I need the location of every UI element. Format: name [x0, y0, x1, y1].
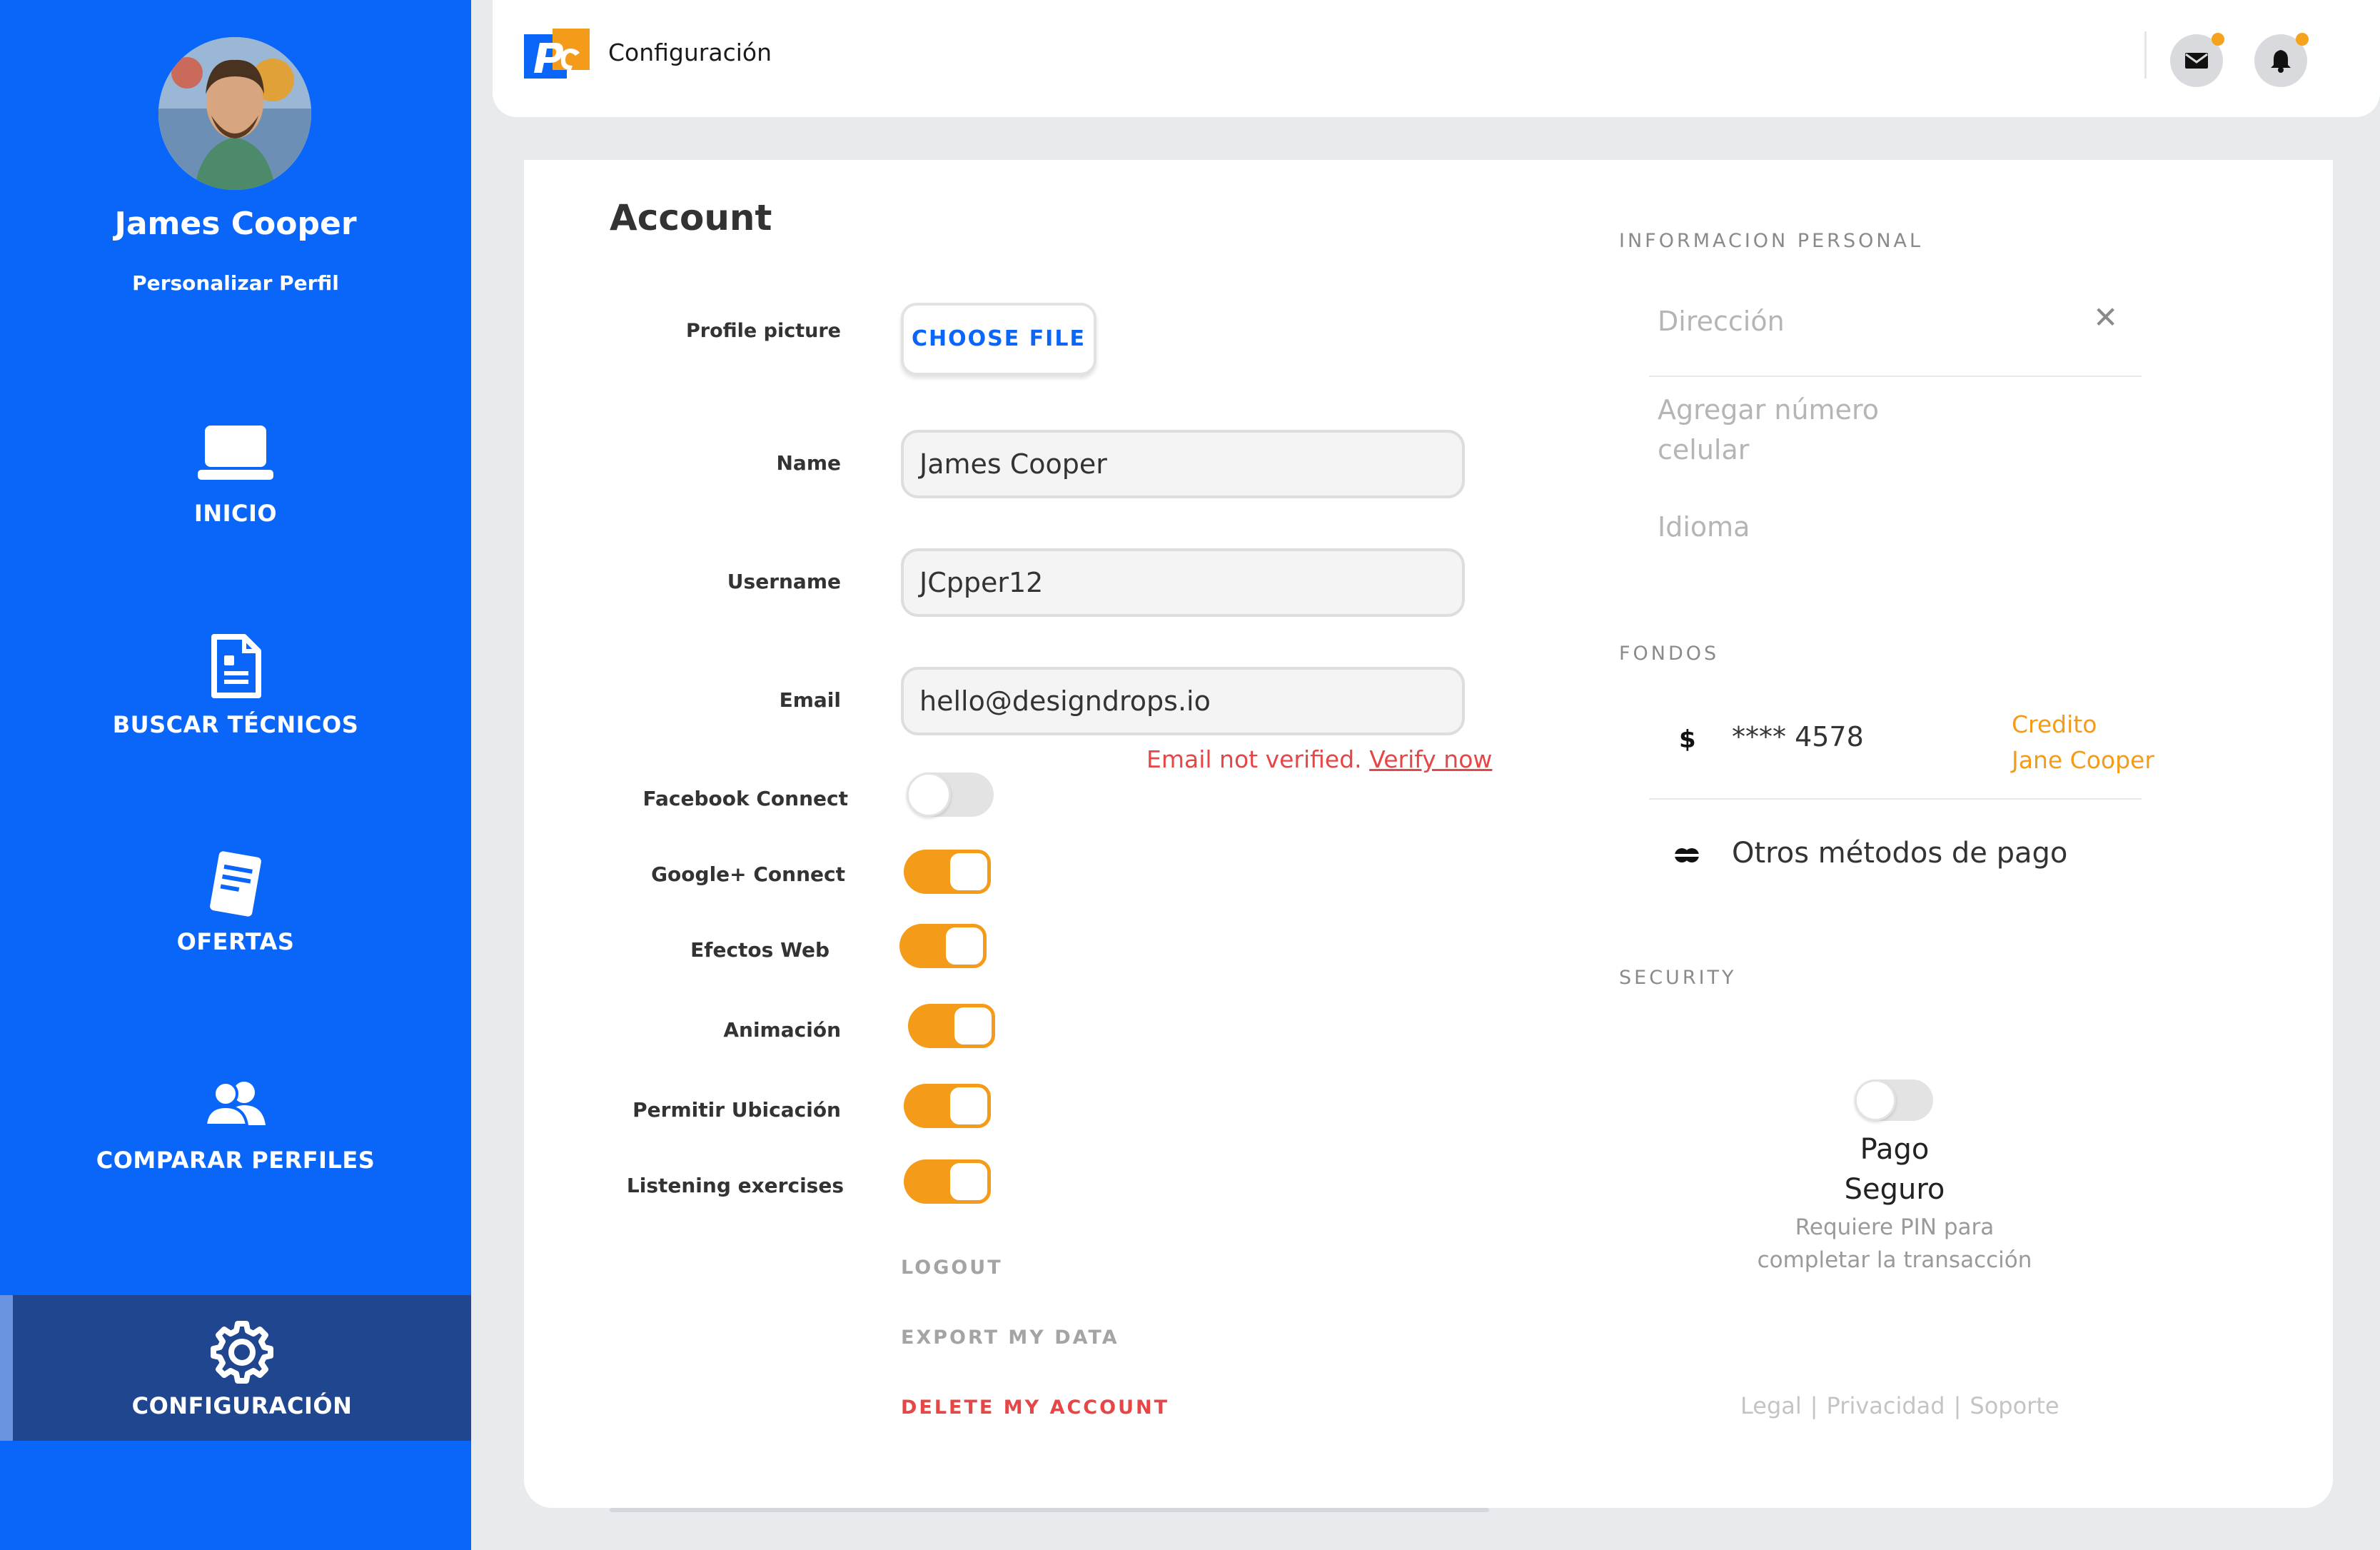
verify-now-link[interactable]: Verify now: [1369, 745, 1492, 773]
secure-title-line: Seguro: [1844, 1173, 1945, 1206]
nav-label: OFERTAS: [176, 928, 295, 955]
toggle-label-efectos: Efectos Web: [690, 938, 830, 962]
secure-payment-title: Pago Seguro: [1752, 1129, 2037, 1209]
note-icon: [210, 851, 261, 917]
credit-info[interactable]: Credito Jane Cooper: [2012, 707, 2154, 778]
separator: |: [1810, 1392, 1818, 1419]
dollar-icon: $: [1679, 725, 1696, 754]
username-input[interactable]: JCpper12: [901, 548, 1465, 617]
account-title: Account: [610, 197, 772, 238]
nav-label: COMPARAR PERFILES: [96, 1147, 375, 1174]
notifications-button[interactable]: [2254, 33, 2309, 87]
document-icon: [211, 634, 261, 698]
divider: [1649, 376, 2142, 377]
nav-item-comparar-perfiles[interactable]: COMPARAR PERFILES: [0, 1080, 471, 1194]
email-label: Email: [779, 688, 841, 712]
divider: [2144, 31, 2147, 79]
nav-item-buscar-tecnicos[interactable]: BUSCAR TÉCNICOS: [0, 634, 471, 748]
settings-card: [524, 160, 2333, 1508]
separator: |: [1953, 1392, 1962, 1419]
app-logo-icon[interactable]: [524, 29, 590, 80]
profile-name: James Cooper: [114, 206, 357, 242]
logout-link[interactable]: LOGOUT: [901, 1257, 1003, 1279]
nav-label: BUSCAR TÉCNICOS: [112, 711, 359, 738]
email-verification-message: Email not verified. Verify now: [1146, 745, 1492, 773]
credit-holder: Jane Cooper: [2012, 746, 2154, 774]
payment-methods-icon: [1675, 848, 1699, 862]
nav-label: INICIO: [193, 500, 278, 527]
messages-button[interactable]: [2170, 33, 2224, 87]
toggle-label-ubicacion: Permitir Ubicación: [632, 1098, 841, 1122]
facebook-connect-toggle[interactable]: [907, 773, 994, 817]
notification-dot: [2212, 33, 2224, 46]
top-bar: Configuración: [493, 0, 2380, 117]
bell-icon: [2271, 50, 2291, 73]
toggle-label-animacion: Animación: [723, 1018, 841, 1042]
delete-account-link[interactable]: DELETE MY ACCOUNT: [901, 1396, 1169, 1419]
language-input[interactable]: Idioma: [1658, 507, 1750, 547]
personal-info-heading: INFORMACION PERSONAL: [1619, 230, 1924, 252]
toggle-label-google: Google+ Connect: [651, 862, 845, 886]
toggle-knob: [1855, 1080, 1896, 1121]
toggle-knob: [951, 1004, 995, 1048]
toggle-knob: [947, 1159, 991, 1204]
customize-profile-link[interactable]: Personalizar Perfil: [0, 271, 471, 295]
animation-toggle[interactable]: [908, 1004, 995, 1048]
card-shadow: [610, 1508, 1489, 1512]
choose-file-button[interactable]: CHOOSE FILE: [901, 303, 1096, 376]
secure-desc-line: Requiere PIN para: [1795, 1214, 1995, 1240]
sidebar: James Cooper Personalizar Perfil INICIO …: [0, 0, 471, 1550]
toggle-knob: [947, 1084, 991, 1128]
profile-picture-label: Profile picture: [686, 320, 841, 342]
other-payment-methods[interactable]: Otros métodos de pago: [1732, 837, 2067, 870]
toggle-knob: [942, 924, 987, 968]
laptop-icon: [198, 426, 273, 480]
credit-label: Credito: [2012, 710, 2097, 738]
listening-exercises-toggle[interactable]: [904, 1159, 991, 1204]
google-connect-toggle[interactable]: [904, 850, 991, 894]
privacy-link[interactable]: Privacidad: [1827, 1392, 1945, 1419]
toggle-label-listening: Listening exercises: [626, 1174, 844, 1197]
toggle-knob: [907, 773, 951, 817]
mail-icon: [2185, 53, 2208, 69]
name-label: Name: [776, 451, 842, 475]
toggle-knob: [947, 850, 991, 894]
phone-input[interactable]: Agregar número celular: [1658, 390, 1879, 470]
export-data-link[interactable]: EXPORT MY DATA: [901, 1327, 1119, 1349]
phone-placeholder-line: Agregar número: [1658, 394, 1879, 426]
support-link[interactable]: Soporte: [1970, 1392, 2059, 1419]
secure-payment-toggle[interactable]: [1855, 1080, 1933, 1121]
users-icon: [203, 1081, 266, 1127]
gear-icon: [211, 1321, 273, 1384]
secure-payment-description: Requiere PIN para completar la transacci…: [1716, 1211, 2073, 1277]
name-input[interactable]: James Cooper: [901, 430, 1465, 498]
divider: [1649, 798, 2142, 800]
phone-placeholder-line: celular: [1658, 434, 1750, 465]
footer-links: Legal | Privacidad | Soporte: [1736, 1392, 2064, 1419]
nav-item-configuracion[interactable]: CONFIGURACIÓN: [0, 1295, 471, 1441]
nav-item-inicio[interactable]: INICIO: [0, 423, 471, 537]
email-warning-text: Email not verified.: [1146, 745, 1362, 773]
username-label: Username: [727, 570, 841, 593]
security-heading: SECURITY: [1619, 967, 1737, 989]
toggle-label-facebook: Facebook Connect: [642, 787, 848, 810]
notification-dot: [2296, 33, 2309, 46]
secure-desc-line: completar la transacción: [1757, 1247, 2032, 1273]
legal-link[interactable]: Legal: [1740, 1392, 1802, 1419]
page-title: Configuración: [608, 39, 772, 66]
funds-heading: FONDOS: [1619, 643, 1720, 665]
nav-item-ofertas[interactable]: OFERTAS: [0, 851, 471, 965]
close-icon[interactable]: ✕: [2093, 300, 2118, 335]
location-toggle[interactable]: [904, 1084, 991, 1128]
nav-label: CONFIGURACIÓN: [131, 1392, 353, 1419]
card-number[interactable]: **** 4578: [1732, 721, 1864, 753]
avatar[interactable]: [158, 37, 311, 190]
email-input[interactable]: hello@designdrops.io: [901, 667, 1465, 735]
web-effects-toggle[interactable]: [899, 924, 987, 968]
secure-title-line: Pago: [1860, 1133, 1930, 1166]
address-input[interactable]: Dirección: [1658, 301, 1785, 341]
